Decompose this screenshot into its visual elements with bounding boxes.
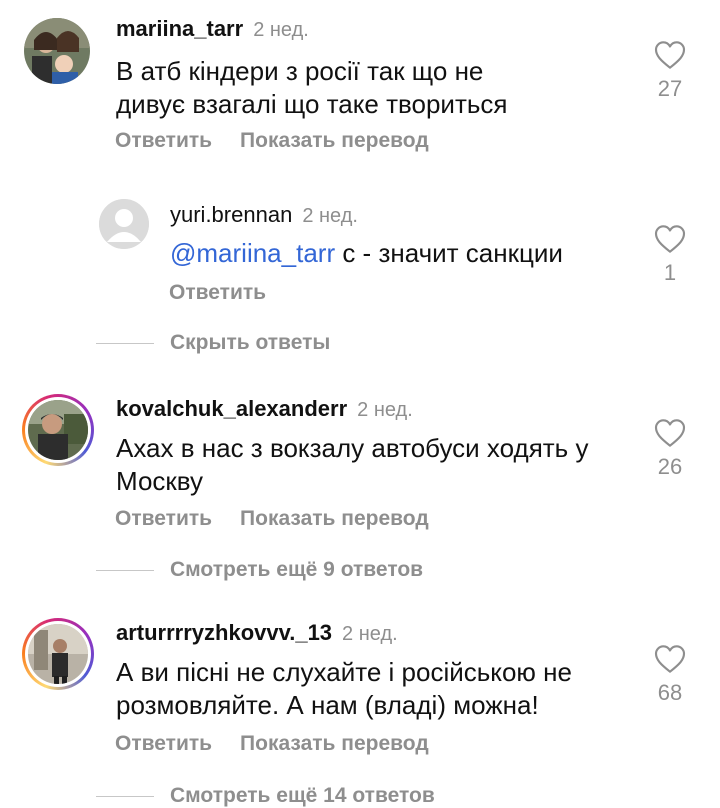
comment-actions: Ответить <box>169 281 266 305</box>
avatar-photo-icon <box>24 18 90 84</box>
comment-kovalchuk-alexanderr: kovalchuk_alexanderr 2 нед. Ахах в нас з … <box>0 380 720 540</box>
timestamp: 2 нед. <box>302 205 358 227</box>
reply-button[interactable]: Ответить <box>115 507 212 530</box>
avatar[interactable] <box>24 18 90 84</box>
username[interactable]: arturrrryzhkovvv._13 <box>116 620 332 645</box>
like-count: 1 <box>663 260 677 285</box>
view-more-replies-button[interactable]: Смотреть ещё 14 ответов <box>96 784 435 808</box>
comment-header: kovalchuk_alexanderr 2 нед. <box>116 396 413 422</box>
comment-header: yuri.brennan 2 нед. <box>170 202 358 228</box>
like-button[interactable]: 1 <box>640 224 700 286</box>
heart-icon <box>654 41 686 69</box>
view-more-replies-label: Смотреть ещё 9 ответов <box>170 558 424 581</box>
show-translation-button[interactable]: Показать перевод <box>240 507 429 530</box>
hide-replies-button[interactable]: Скрыть ответы <box>96 331 330 355</box>
comment-header: arturrrryzhkovvv._13 2 нед. <box>116 620 398 646</box>
mention-link[interactable]: @mariina_tarr <box>170 238 335 268</box>
story-ring[interactable] <box>22 618 94 690</box>
default-avatar-icon <box>99 199 149 249</box>
divider <box>96 795 154 797</box>
comment-mariina-tarr: mariina_tarr 2 нед. В атб кіндери з росії… <box>0 0 720 180</box>
avatar[interactable] <box>99 199 149 249</box>
comment-text: @mariina_tarr с - значит санкции <box>170 237 610 270</box>
like-button[interactable]: 68 <box>640 644 700 706</box>
reply-button[interactable]: Ответить <box>115 732 212 755</box>
show-translation-button[interactable]: Показать перевод <box>240 732 429 755</box>
username[interactable]: kovalchuk_alexanderr <box>116 396 347 421</box>
story-ring[interactable] <box>22 394 94 466</box>
comment-actions: Ответить Показать перевод <box>115 732 429 756</box>
divider <box>96 569 154 571</box>
comment-text: А ви пісні не слухайте і російською не р… <box>116 657 572 720</box>
timestamp: 2 нед. <box>342 623 398 645</box>
comment-text: Ахах в нас з вокзалу автобуси ходять у М… <box>116 433 589 496</box>
timestamp: 2 нед. <box>357 399 413 421</box>
heart-icon <box>654 645 686 673</box>
view-more-replies-button[interactable]: Смотреть ещё 9 ответов <box>96 558 423 582</box>
like-button[interactable]: 27 <box>640 40 700 102</box>
comment-actions: Ответить Показать перевод <box>115 129 429 153</box>
comment-text: В атб кіндери з росії так що не дивує вз… <box>116 56 508 119</box>
reply-button[interactable]: Ответить <box>169 281 266 304</box>
comment-arturrrryzhkovvv: arturrrryzhkovvv._13 2 нед. А ви пісні не… <box>0 604 720 774</box>
username[interactable]: yuri.brennan <box>170 202 292 227</box>
like-count: 68 <box>657 680 683 705</box>
hide-replies-label: Скрыть ответы <box>170 331 331 354</box>
reply-text: с - значит санкции <box>335 238 563 268</box>
comment-actions: Ответить Показать перевод <box>115 507 429 531</box>
timestamp: 2 нед. <box>253 19 309 41</box>
avatar <box>28 400 88 460</box>
heart-icon <box>654 225 686 253</box>
view-more-replies-label: Смотреть ещё 14 ответов <box>170 784 435 807</box>
like-count: 26 <box>657 454 683 479</box>
avatar-photo-icon <box>28 624 88 684</box>
like-count: 27 <box>657 76 683 101</box>
comment-header: mariina_tarr 2 нед. <box>116 16 309 42</box>
reply-button[interactable]: Ответить <box>115 129 212 152</box>
divider <box>96 342 154 344</box>
reply-yuri-brennan: yuri.brennan 2 нед. @mariina_tarr с - зна… <box>0 180 720 310</box>
username[interactable]: mariina_tarr <box>116 16 243 41</box>
show-translation-button[interactable]: Показать перевод <box>240 129 429 152</box>
heart-icon <box>654 419 686 447</box>
avatar <box>28 624 88 684</box>
like-button[interactable]: 26 <box>640 418 700 480</box>
avatar-photo-icon <box>28 400 88 460</box>
